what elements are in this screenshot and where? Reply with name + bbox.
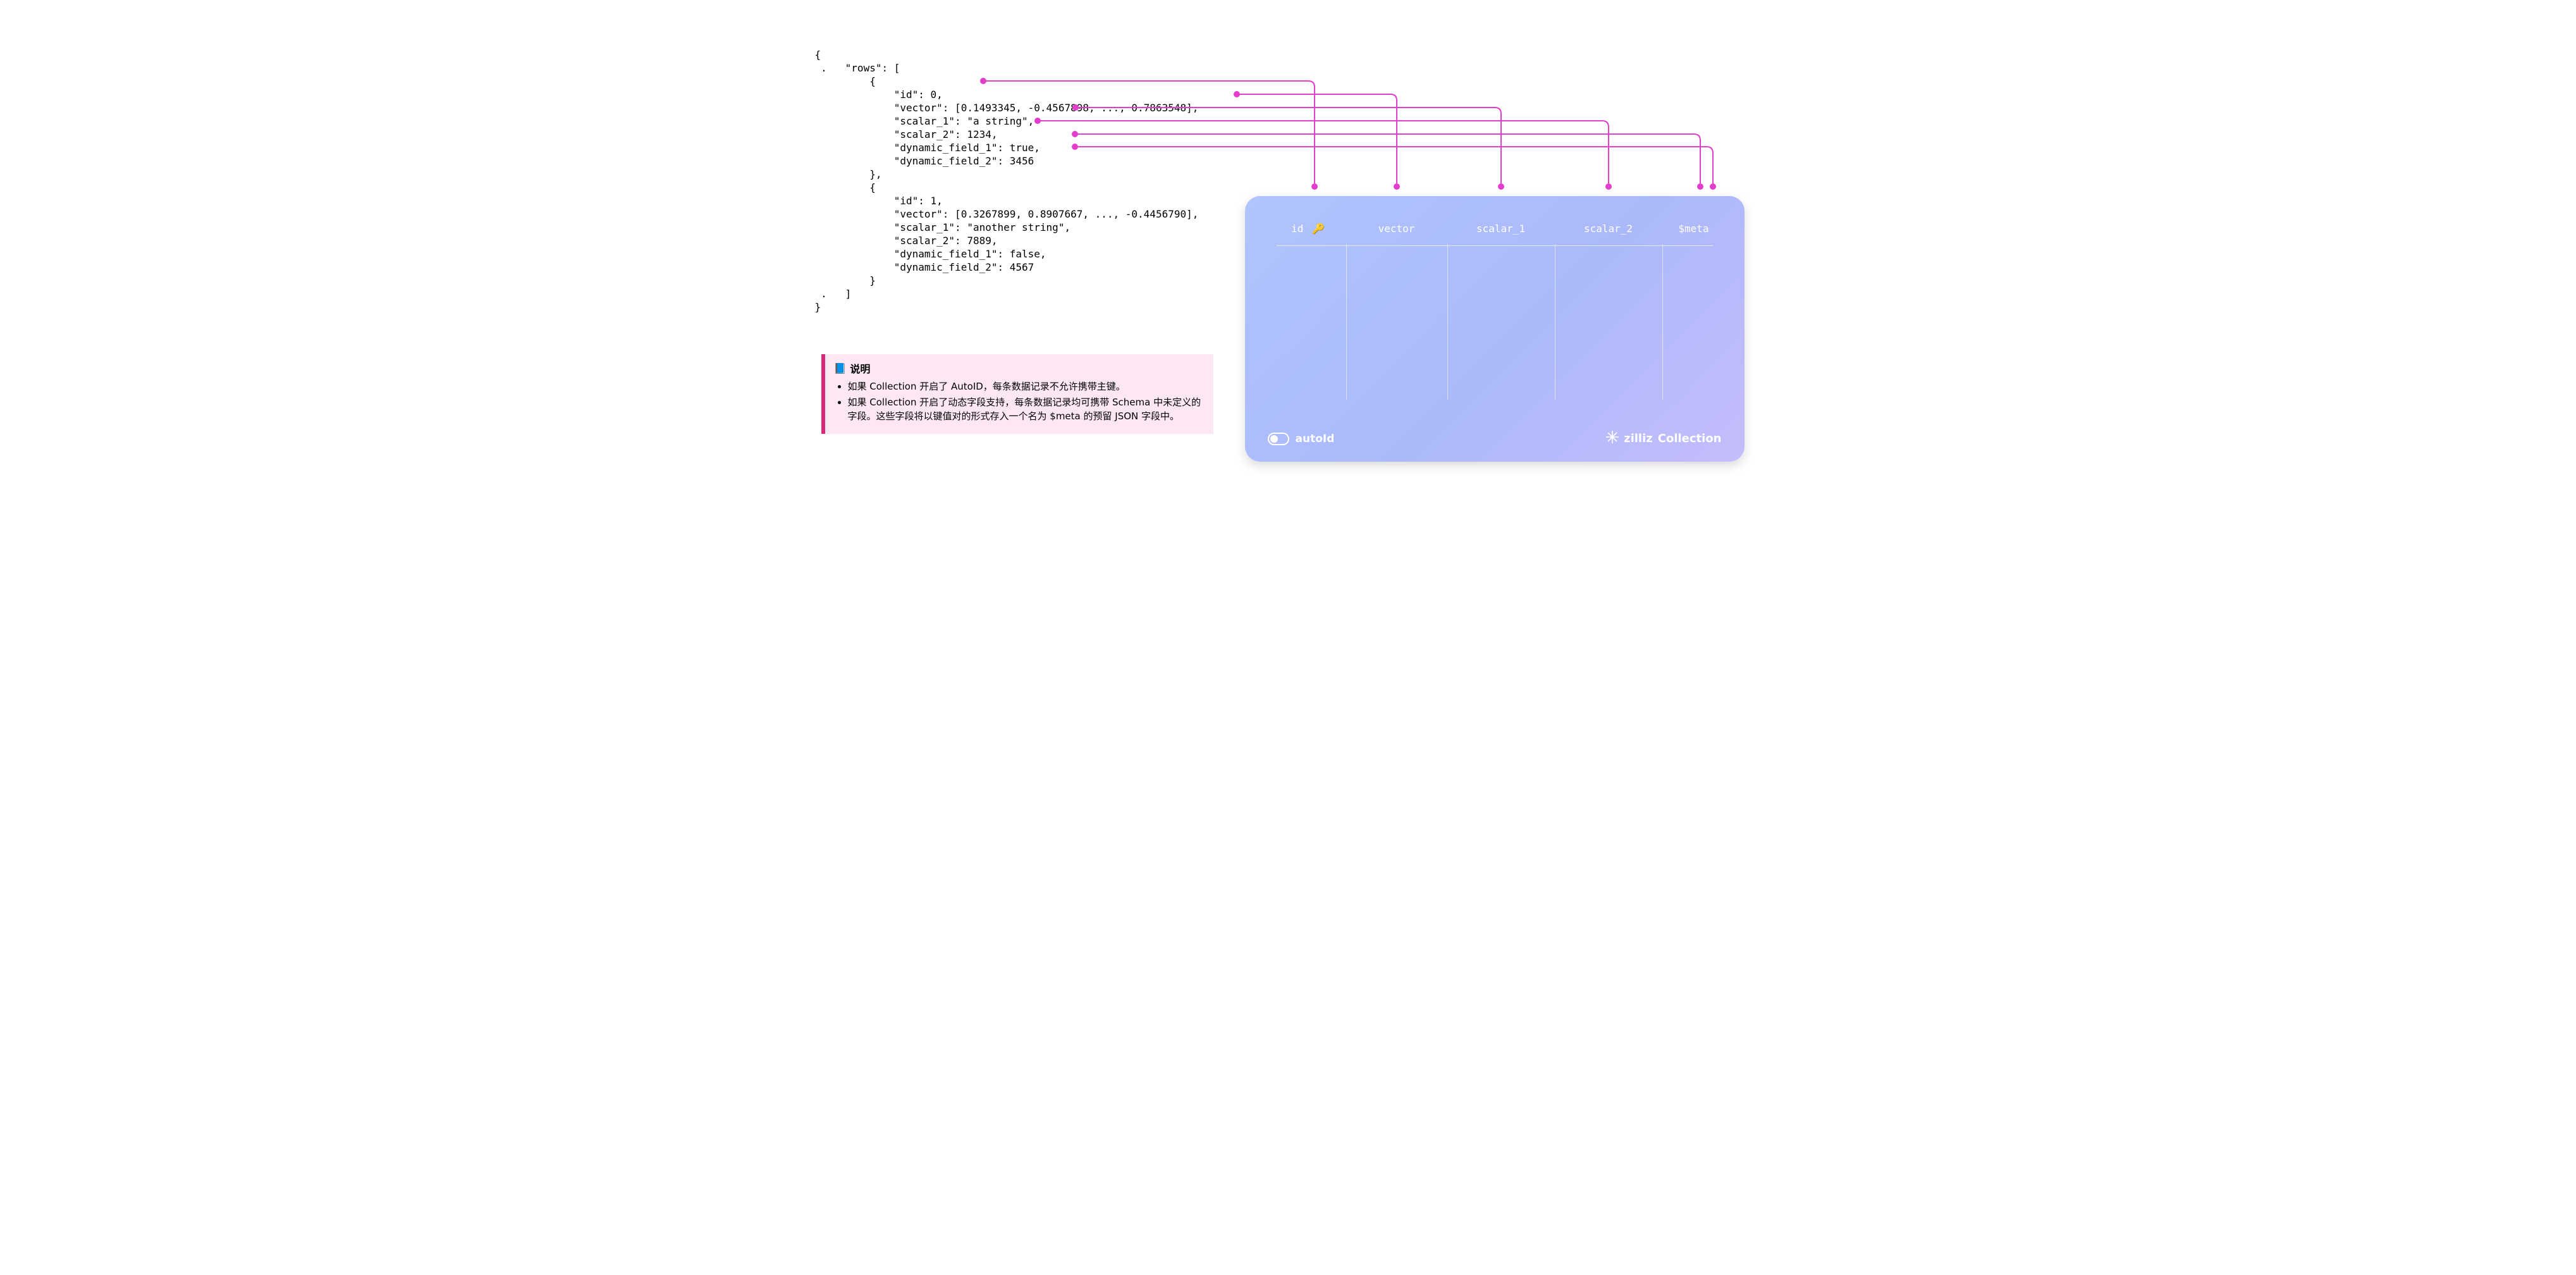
code-line: "vector": [0.1493345, -0.4567898, ..., 0… bbox=[815, 102, 1199, 114]
columns-area: id 🔑 vector scalar_1 scalar_2 $meta bbox=[1277, 223, 1713, 400]
json-code-block: { . "rows": [ { "id": 0, "vector": [0.14… bbox=[815, 35, 1199, 314]
info-title-text: 说明 bbox=[850, 360, 870, 376]
info-bullet: 如果 Collection 开启了 AutoID，每条数据记录不允许携带主键。 bbox=[848, 379, 1205, 394]
column-id: id 🔑 bbox=[1277, 223, 1340, 244]
column-meta: $meta bbox=[1669, 223, 1719, 244]
code-line: "scalar_2": 1234, bbox=[815, 128, 998, 140]
brand-label: zilliz Collection bbox=[1606, 431, 1721, 447]
code-line: "id": 1, bbox=[815, 195, 943, 207]
code-line: "scalar_1": "another string", bbox=[815, 221, 1071, 233]
column-header-vector: vector bbox=[1378, 223, 1415, 235]
toggle-icon bbox=[1268, 433, 1289, 445]
column-header-meta: $meta bbox=[1678, 223, 1708, 235]
code-line: "dynamic_field_2": 4567 bbox=[815, 261, 1034, 273]
code-line: }, bbox=[815, 168, 882, 180]
code-line: { bbox=[815, 75, 876, 87]
code-line: "scalar_2": 7889, bbox=[815, 235, 998, 247]
brand-name: zilliz bbox=[1624, 432, 1653, 445]
spark-icon bbox=[1606, 431, 1619, 447]
brand-suffix: Collection bbox=[1658, 432, 1722, 445]
code-line: "dynamic_field_1": true, bbox=[815, 142, 1040, 154]
diagram-canvas: { . "rows": [ { "id": 0, "vector": [0.14… bbox=[796, 0, 1781, 488]
autoid-label: autoId bbox=[1296, 433, 1335, 445]
autoid-indicator: autoId bbox=[1268, 433, 1335, 445]
code-line: "vector": [0.3267899, 0.8907667, ..., -0… bbox=[815, 208, 1199, 220]
card-footer: autoId zilliz Collection bbox=[1268, 431, 1722, 447]
code-line: "scalar_1": "a string", bbox=[815, 115, 1034, 127]
code-line: } bbox=[815, 301, 821, 313]
column-separator bbox=[1447, 244, 1448, 400]
header-rule bbox=[1277, 245, 1713, 246]
column-header-scalar1: scalar_1 bbox=[1476, 223, 1525, 235]
column-separator bbox=[1662, 244, 1663, 400]
code-line: { bbox=[815, 49, 821, 61]
column-scalar2: scalar_2 bbox=[1561, 223, 1656, 244]
info-list: 如果 Collection 开启了 AutoID，每条数据记录不允许携带主键。 … bbox=[834, 379, 1205, 424]
code-line: "id": 0, bbox=[815, 89, 943, 101]
code-line: . ] bbox=[815, 288, 852, 300]
code-line: } bbox=[815, 274, 876, 286]
info-box: 📘 说明 如果 Collection 开启了 AutoID，每条数据记录不允许携… bbox=[821, 354, 1213, 434]
code-line: "dynamic_field_1": false, bbox=[815, 248, 1046, 260]
code-line: . "rows": [ bbox=[815, 62, 900, 74]
column-vector: vector bbox=[1352, 223, 1441, 244]
column-scalar1: scalar_1 bbox=[1454, 223, 1549, 244]
info-bullet: 如果 Collection 开启了动态字段支持，每条数据记录均可携带 Schem… bbox=[848, 395, 1205, 424]
column-header-id: id bbox=[1291, 223, 1303, 235]
collection-card: id 🔑 vector scalar_1 scalar_2 $meta bbox=[1245, 196, 1745, 462]
code-line: "dynamic_field_2": 3456 bbox=[815, 155, 1034, 167]
info-title: 📘 说明 bbox=[834, 360, 1205, 376]
code-line: { bbox=[815, 182, 876, 194]
key-icon: 🔑 bbox=[1312, 223, 1325, 235]
column-separator bbox=[1346, 244, 1347, 400]
book-icon: 📘 bbox=[834, 362, 847, 374]
column-header-scalar2: scalar_2 bbox=[1584, 223, 1633, 235]
